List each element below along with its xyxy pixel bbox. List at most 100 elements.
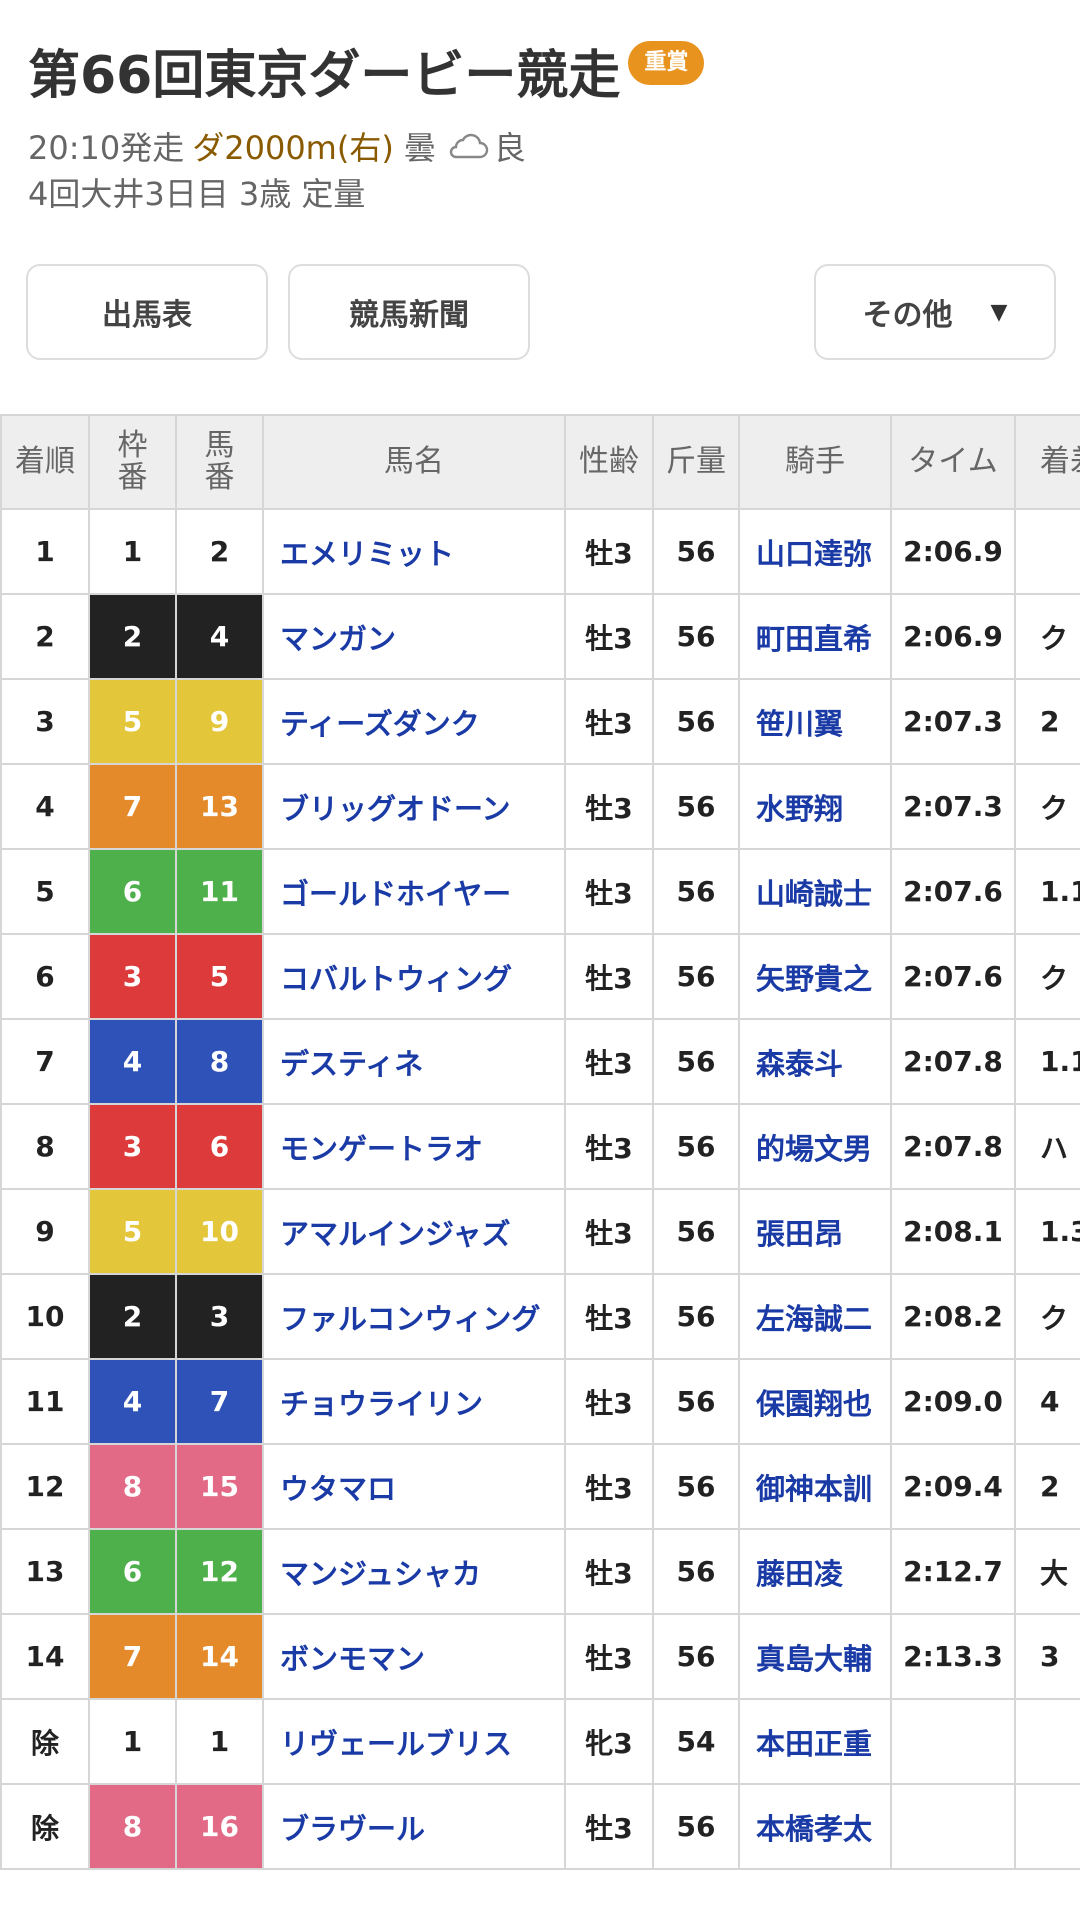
horse-name-link[interactable]: マンガン — [262, 593, 566, 680]
jockey-link[interactable]: 山口達弥 — [738, 508, 892, 595]
horse-name-link[interactable]: ティーズダンク — [262, 678, 566, 765]
jockey-link[interactable]: 本田正重 — [738, 1698, 892, 1785]
time-cell: 2:07.6 — [890, 933, 1016, 1020]
table-row: 11 4 7 チョウライリン 牡3 56 保園翔也 2:09.0 4 — [0, 1358, 1080, 1445]
horse-number-cell: 5 — [175, 933, 264, 1020]
frame-cell: 8 — [88, 1783, 177, 1870]
weight-cell: 56 — [652, 1018, 740, 1105]
sexage-cell: 牝3 — [564, 1698, 654, 1785]
time-cell: 2:07.8 — [890, 1018, 1016, 1105]
margin-cell: ク — [1014, 593, 1080, 680]
horse-name-link[interactable]: ファルコンウィング — [262, 1273, 566, 1360]
race-conditions: 20:10発走 ダ2000m(右) 曇 良 — [28, 124, 1058, 168]
rank-cell: 8 — [0, 1103, 90, 1190]
jockey-link[interactable]: 矢野貴之 — [738, 933, 892, 1020]
horse-name-link[interactable]: チョウライリン — [262, 1358, 566, 1445]
jockey-link[interactable]: 森泰斗 — [738, 1018, 892, 1105]
shutuba-button[interactable]: 出馬表 — [26, 264, 268, 360]
jockey-link[interactable]: 左海誠二 — [738, 1273, 892, 1360]
jockey-link[interactable]: 水野翔 — [738, 763, 892, 850]
time-cell — [890, 1783, 1016, 1870]
weight-cell: 56 — [652, 508, 740, 595]
table-row: 6 3 5 コバルトウィング 牡3 56 矢野貴之 2:07.6 ク — [0, 933, 1080, 1020]
horse-name-link[interactable]: ゴールドホイヤー — [262, 848, 566, 935]
horse-name-link[interactable]: デスティネ — [262, 1018, 566, 1105]
horse-name-link[interactable]: コバルトウィング — [262, 933, 566, 1020]
frame-cell: 5 — [88, 678, 177, 765]
header-weight: 斤量 — [652, 414, 740, 510]
horse-name-link[interactable]: ウタマロ — [262, 1443, 566, 1530]
horse-name-link[interactable]: リヴェールブリス — [262, 1698, 566, 1785]
rank-cell: 14 — [0, 1613, 90, 1700]
table-row: 14 7 14 ボンモマン 牡3 56 真島大輔 2:13.3 3 — [0, 1613, 1080, 1700]
course-info: ダ2000m(右) — [192, 129, 394, 167]
rank-cell: 除 — [0, 1783, 90, 1870]
margin-cell — [1014, 1783, 1080, 1870]
header-jockey: 騎手 — [738, 414, 892, 510]
horse-name-link[interactable]: ボンモマン — [262, 1613, 566, 1700]
time-cell: 2:06.9 — [890, 508, 1016, 595]
shinbun-button[interactable]: 競馬新聞 — [288, 264, 530, 360]
frame-cell: 7 — [88, 763, 177, 850]
rank-cell: 6 — [0, 933, 90, 1020]
other-dropdown-button[interactable]: その他 ▼ — [814, 264, 1056, 360]
table-row: 除 1 1 リヴェールブリス 牝3 54 本田正重 — [0, 1698, 1080, 1785]
title-row: 第66回東京ダービー競走 重賞 — [28, 30, 1058, 110]
horse-number-cell: 16 — [175, 1783, 264, 1870]
jockey-link[interactable]: 山崎誠士 — [738, 848, 892, 935]
frame-cell: 3 — [88, 933, 177, 1020]
frame-cell: 2 — [88, 593, 177, 680]
horse-number-cell: 4 — [175, 593, 264, 680]
weight-cell: 56 — [652, 1528, 740, 1615]
weight-cell: 54 — [652, 1698, 740, 1785]
jockey-link[interactable]: 保園翔也 — [738, 1358, 892, 1445]
frame-cell: 4 — [88, 1358, 177, 1445]
margin-cell: 4 — [1014, 1358, 1080, 1445]
header-rank: 着順 — [0, 414, 90, 510]
margin-cell — [1014, 508, 1080, 595]
jockey-link[interactable]: 的場文男 — [738, 1103, 892, 1190]
time-cell: 2:07.3 — [890, 763, 1016, 850]
sexage-cell: 牡3 — [564, 508, 654, 595]
horse-name-link[interactable]: マンジュシャカ — [262, 1528, 566, 1615]
horse-number-cell: 11 — [175, 848, 264, 935]
table-row: 5611ゴールドホイヤー牡356山崎誠士2:07.61.1 — [0, 848, 1080, 935]
rank-cell: 4 — [0, 763, 90, 850]
horse-name-link[interactable]: エメリミット — [262, 508, 566, 595]
jockey-link[interactable]: 張田昂 — [738, 1188, 892, 1275]
rank-cell: 11 — [0, 1358, 90, 1445]
frame-cell: 1 — [88, 508, 177, 595]
jockey-link[interactable]: 笹川翼 — [738, 678, 892, 765]
weight-cell: 56 — [652, 593, 740, 680]
weight-cell: 56 — [652, 763, 740, 850]
horse-number-cell: 8 — [175, 1018, 264, 1105]
sexage-cell: 牡3 — [564, 593, 654, 680]
jockey-link[interactable]: 本橋孝太 — [738, 1783, 892, 1870]
jockey-link[interactable]: 真島大輔 — [738, 1613, 892, 1700]
sexage-cell: 牡3 — [564, 1103, 654, 1190]
time-cell: 2:06.9 — [890, 593, 1016, 680]
margin-cell: ク — [1014, 763, 1080, 850]
header-sexage: 性齢 — [564, 414, 654, 510]
sexage-cell: 牡3 — [564, 1528, 654, 1615]
time-cell: 2:09.0 — [890, 1358, 1016, 1445]
margin-cell: ク — [1014, 933, 1080, 1020]
time-cell: 2:08.2 — [890, 1273, 1016, 1360]
horse-name-link[interactable]: ブラヴール — [262, 1783, 566, 1870]
jockey-link[interactable]: 町田直希 — [738, 593, 892, 680]
horse-name-link[interactable]: ブリッグオドーン — [262, 763, 566, 850]
table-row: 8 3 6 モンゲートラオ 牡3 56 的場文男 2:07.8 ハ — [0, 1103, 1080, 1190]
table-row: 12 8 15 ウタマロ 牡3 56 御神本訓 2:09.4 2 — [0, 1443, 1080, 1530]
jockey-link[interactable]: 藤田凌 — [738, 1528, 892, 1615]
result-table-container[interactable]: 着順 枠番 馬番 馬名 性齢 斤量 騎手 タイム 着差 112エメリミット牡35… — [0, 414, 1080, 1870]
meeting-info: 4回大井3日目 3歳 定量 — [28, 175, 366, 213]
jockey-link[interactable]: 御神本訓 — [738, 1443, 892, 1530]
table-row: 10 2 3 ファルコンウィング 牡3 56 左海誠二 2:08.2 ク — [0, 1273, 1080, 1360]
weight-cell: 56 — [652, 678, 740, 765]
horse-name-link[interactable]: アマルインジャズ — [262, 1188, 566, 1275]
horse-name-link[interactable]: モンゲートラオ — [262, 1103, 566, 1190]
table-row: 13 6 12 マンジュシャカ 牡3 56 藤田凌 2:12.7 大 — [0, 1528, 1080, 1615]
sexage-cell: 牡3 — [564, 1018, 654, 1105]
margin-cell: ク — [1014, 1273, 1080, 1360]
sexage-cell: 牡3 — [564, 763, 654, 850]
